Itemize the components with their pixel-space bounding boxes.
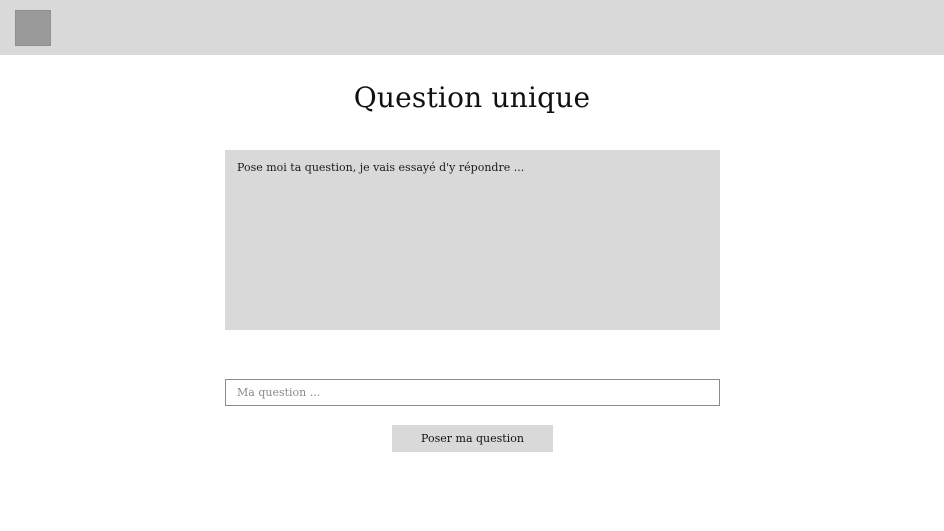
logo-icon[interactable] (15, 10, 51, 46)
page-title: Question unique (353, 81, 591, 114)
question-input[interactable] (225, 379, 720, 406)
answer-text: Pose moi ta question, je vais essayé d'y… (237, 161, 525, 174)
answer-panel: Pose moi ta question, je vais essayé d'y… (225, 150, 720, 330)
top-bar (0, 0, 944, 55)
ask-question-button[interactable]: Poser ma question (392, 425, 553, 452)
